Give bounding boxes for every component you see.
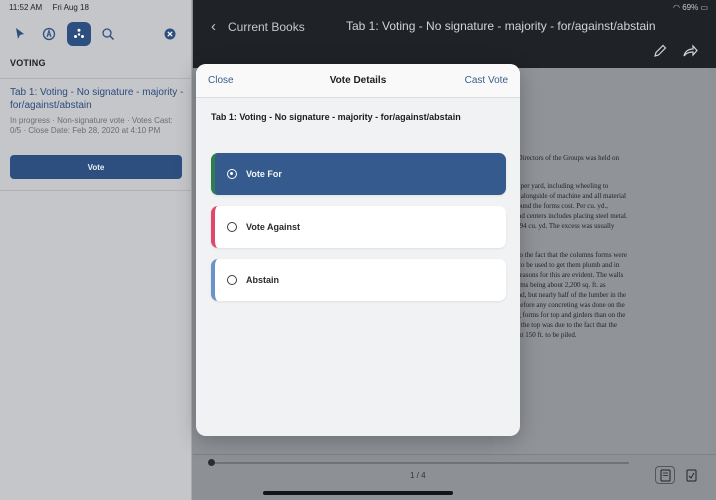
vote-question: Tab 1: Voting - No signature - majority … (211, 112, 461, 122)
chevron-left-icon: ‹ (211, 18, 216, 35)
option-label: Vote For (246, 169, 282, 179)
two-page-view-icon[interactable] (681, 466, 701, 484)
document-header: ◠ 69% ▭ ‹ Current Books Tab 1: Voting - … (193, 0, 716, 68)
document-title: Tab 1: Voting - No signature - majority … (346, 19, 656, 33)
section-label-voting: VOTING (10, 58, 46, 68)
back-button[interactable]: ‹ Current Books (211, 18, 305, 35)
back-button-label: Current Books (228, 19, 305, 34)
pointer-tool-icon[interactable] (8, 22, 32, 46)
close-button[interactable]: Close (208, 75, 234, 86)
wifi-icon: ◠ (672, 3, 680, 12)
voting-tool-icon[interactable] (67, 22, 91, 46)
vote-item-title[interactable]: Tab 1: Voting - No signature - majority … (10, 86, 185, 112)
status-bar-right: ◠ 69% ▭ (673, 3, 708, 12)
annotate-tool-icon[interactable] (37, 22, 61, 46)
page-slider-track[interactable] (209, 462, 629, 464)
divider (0, 190, 192, 191)
status-time: 11:52 AM (9, 3, 43, 12)
document-page: ." andEPoards of Directors of the Groups… (493, 68, 708, 454)
option-label: Vote Against (246, 222, 301, 232)
option-vote-for[interactable]: Vote For (211, 153, 506, 195)
home-indicator (263, 491, 453, 495)
modal-header: Vote Details Close Cast Vote (196, 64, 520, 98)
page-indicator: 1 / 4 (410, 471, 426, 480)
battery-icon: ▭ (700, 3, 708, 12)
sidebar: 11:52 AM Fri Aug 18 VOTING Tab 1: Voting… (0, 0, 192, 500)
share-icon[interactable] (682, 43, 698, 59)
sidebar-toolbar (0, 22, 192, 46)
radio-button[interactable] (227, 222, 237, 232)
option-vote-against[interactable]: Vote Against (211, 206, 506, 248)
search-icon[interactable] (96, 22, 120, 46)
option-label: Abstain (246, 275, 280, 285)
pen-icon[interactable] (652, 43, 668, 59)
cast-vote-button[interactable]: Cast Vote (465, 75, 508, 86)
page-slider-handle[interactable] (208, 459, 215, 466)
vote-button[interactable]: Vote (10, 155, 182, 179)
battery-percent: 69% (682, 3, 699, 12)
status-date: Fri Aug 18 (52, 3, 89, 12)
vote-details-modal: Vote Details Close Cast Vote Tab 1: Voti… (196, 64, 520, 436)
divider (0, 78, 192, 79)
status-bar-left: 11:52 AM Fri Aug 18 (9, 3, 97, 12)
radio-button[interactable] (227, 275, 237, 285)
option-abstain[interactable]: Abstain (211, 259, 506, 301)
single-page-view-icon[interactable] (655, 466, 675, 484)
vote-item-meta: In progress · Non-signature vote · Votes… (10, 116, 173, 135)
radio-button[interactable] (227, 169, 237, 179)
close-icon[interactable] (158, 22, 182, 46)
